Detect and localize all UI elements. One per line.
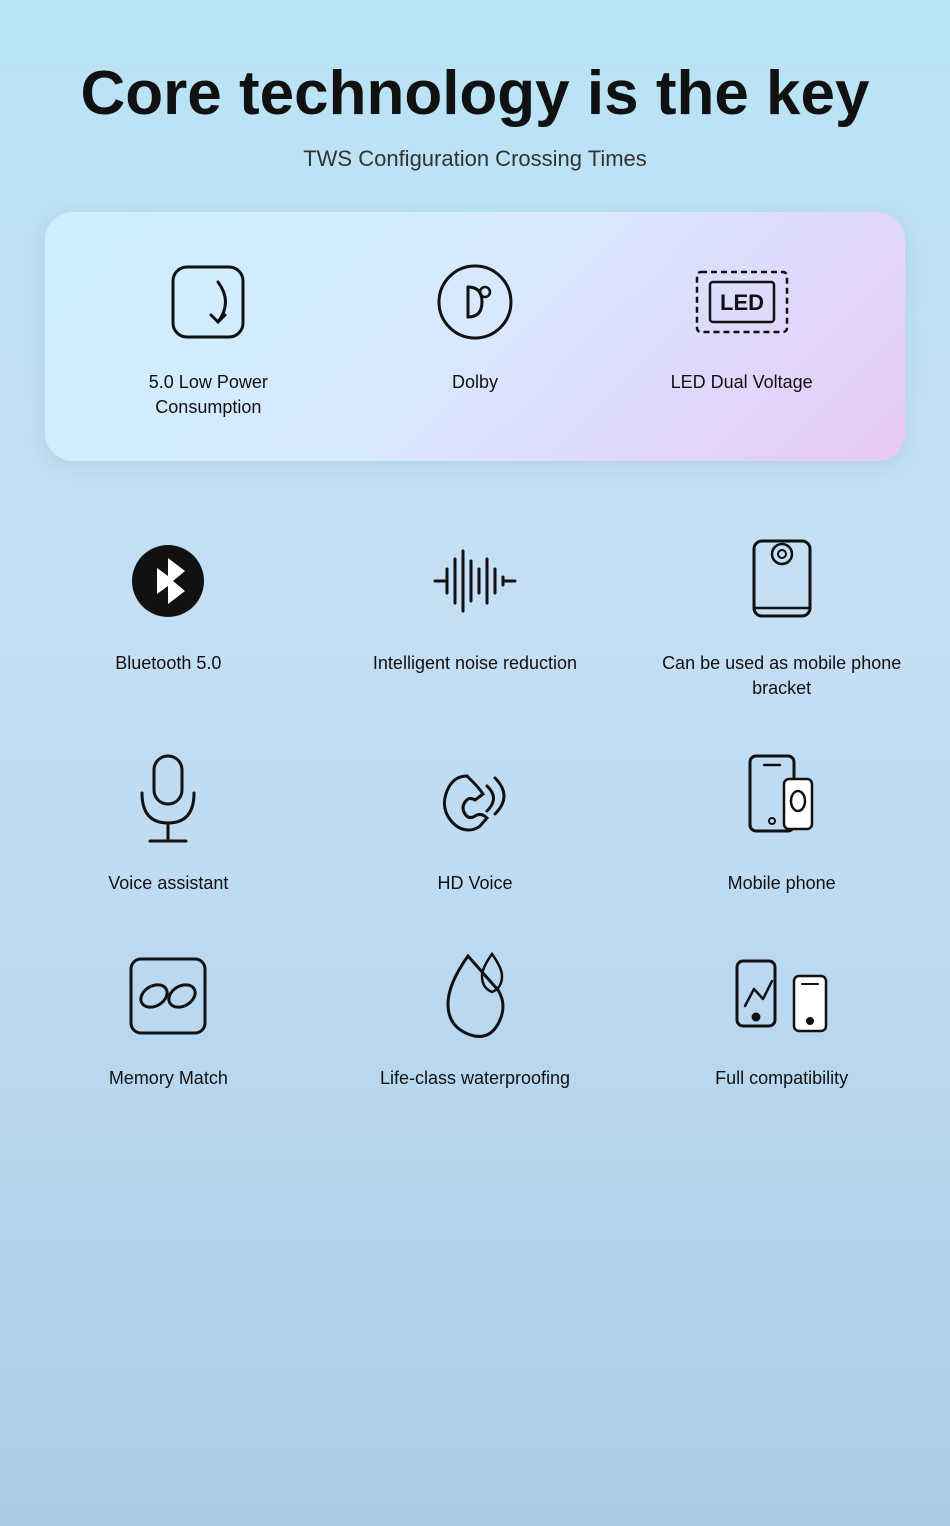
card-item-led: LED LED Dual Voltage (632, 252, 852, 395)
feature-label-compatibility: Full compatibility (715, 1066, 848, 1091)
card-item-dolby: Dolby (365, 252, 585, 395)
features-grid: Bluetooth 5.0 Intelligent noise reductio… (25, 531, 925, 1092)
memory-match-icon (118, 946, 218, 1046)
feature-label-mobile-phone: Mobile phone (728, 871, 836, 896)
feature-noise-reduction: Intelligent noise reduction (332, 531, 619, 701)
feature-voice-assistant: Voice assistant (25, 751, 312, 896)
page-title: Core technology is the key (81, 60, 870, 128)
feature-label-waterproofing: Life-class waterproofing (380, 1066, 570, 1091)
page-subtitle: TWS Configuration Crossing Times (303, 146, 647, 172)
feature-phone-bracket: Can be used as mobile phone bracket (638, 531, 925, 701)
compatibility-icon (732, 946, 832, 1046)
waterproofing-icon (425, 946, 525, 1046)
feature-waterproofing: Life-class waterproofing (332, 946, 619, 1091)
phone-bracket-icon (732, 531, 832, 631)
dolby-icon (425, 252, 525, 352)
feature-memory-match: Memory Match (25, 946, 312, 1091)
feature-mobile-phone: Mobile phone (638, 751, 925, 896)
card-label-dolby: Dolby (452, 370, 498, 395)
feature-bluetooth: Bluetooth 5.0 (25, 531, 312, 701)
card-item-low-power: 5.0 Low Power Consumption (98, 252, 318, 420)
voice-assistant-icon (118, 751, 218, 851)
mobile-phone-icon (732, 751, 832, 851)
feature-label-memory-match: Memory Match (109, 1066, 228, 1091)
led-icon: LED (692, 252, 792, 352)
svg-text:LED: LED (720, 290, 764, 315)
feature-compatibility: Full compatibility (638, 946, 925, 1091)
feature-label-voice-assistant: Voice assistant (108, 871, 228, 896)
noise-reduction-icon (425, 531, 525, 631)
feature-label-hd-voice: HD Voice (437, 871, 512, 896)
feature-label-phone-bracket: Can be used as mobile phone bracket (638, 651, 925, 701)
feature-label-noise-reduction: Intelligent noise reduction (373, 651, 577, 676)
features-card: 5.0 Low Power Consumption Dolby LED (45, 212, 905, 460)
feature-hd-voice: HD Voice (332, 751, 619, 896)
card-label-low-power: 5.0 Low Power Consumption (98, 370, 318, 420)
card-label-led: LED Dual Voltage (671, 370, 813, 395)
feature-label-bluetooth: Bluetooth 5.0 (115, 651, 221, 676)
bluetooth-icon (118, 531, 218, 631)
hd-voice-icon (425, 751, 525, 851)
low-power-icon (158, 252, 258, 352)
